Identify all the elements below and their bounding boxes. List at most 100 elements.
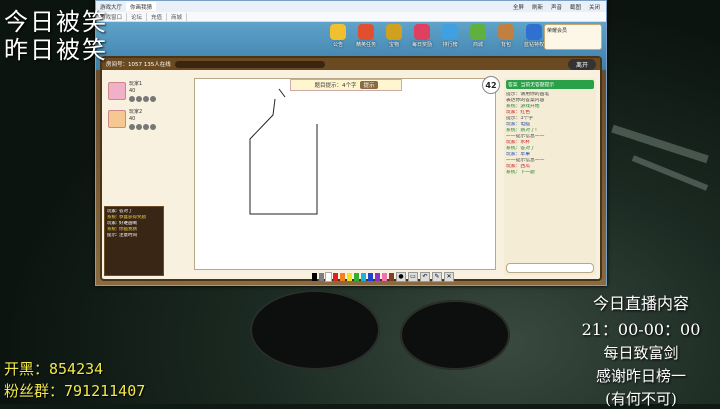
backpack-label: 背包 xyxy=(500,42,511,48)
rail-shape xyxy=(611,124,709,164)
player-status-icons xyxy=(129,95,156,102)
daily-reward-label: 每日奖励 xyxy=(411,42,432,48)
answer-panel: 答案 当前无答题提示 提示：请用你的画笔 表达你的答案内容 系统：游戏开始 玩家… xyxy=(504,78,596,275)
nav-item-shop[interactable]: 商城 xyxy=(167,12,188,21)
color-swatch[interactable] xyxy=(361,273,366,281)
backpack-icon xyxy=(498,24,514,40)
treasure-label: 宝物 xyxy=(388,42,399,48)
thanks-name: (有何不可) xyxy=(605,390,677,408)
countdown-timer: 42 xyxy=(482,76,500,94)
log-line: 系统：下一题 xyxy=(506,170,535,175)
open-black-text: 开黑：854234 xyxy=(4,360,104,378)
thanks-text: 感谢昨日榜一 xyxy=(595,367,686,385)
schedule-time: 21：00-00：00 xyxy=(581,320,701,339)
notice-icon xyxy=(330,24,346,40)
title-bar: 游戏大厅 你画我猜 全屏 刷新 声音 截图 关闭 xyxy=(96,1,606,12)
screenshot-button[interactable]: 截图 xyxy=(570,3,581,11)
nav-bar: 游戏窗口 论坛 充值 商城 xyxy=(96,12,606,22)
tab-draw-guess[interactable]: 你画我猜 xyxy=(126,2,157,11)
chat-line: 提示: 注意时间 xyxy=(107,233,137,238)
shop-button[interactable]: 商城 xyxy=(466,24,490,52)
rail-shape xyxy=(631,155,709,191)
color-swatch[interactable] xyxy=(347,273,352,281)
question-hint: 题目提示：4个字 xyxy=(314,83,357,89)
window-tools: 全屏 刷新 声音 截图 关闭 xyxy=(513,3,606,11)
room-panel: 房间号：1057 135人在线 离开 玩家1 40 玩家2 40 玩家: 答对了… xyxy=(100,56,602,282)
player-name: 玩家1 xyxy=(129,80,143,87)
color-swatch[interactable] xyxy=(354,273,359,281)
broadcast-bar xyxy=(174,60,325,68)
color-swatch[interactable] xyxy=(375,273,380,281)
drawing-toolbar: ● ▭ ↶ ✎ ✕ xyxy=(312,272,454,282)
profile-name: 荣耀会员 xyxy=(547,28,568,34)
treasure-icon xyxy=(386,24,402,40)
player-name: 玩家2 xyxy=(129,108,143,115)
drawn-stroke xyxy=(278,88,286,98)
stool-shape xyxy=(250,290,380,370)
color-swatch[interactable] xyxy=(319,273,324,281)
drawn-stroke xyxy=(249,98,318,215)
player-status-icons xyxy=(129,123,156,130)
player-list: 玩家1 40 玩家2 40 xyxy=(108,78,196,134)
overlay-line-2: 昨日被笑 xyxy=(4,36,108,64)
pen-icon[interactable]: ✎ xyxy=(432,272,442,282)
color-swatch[interactable] xyxy=(382,273,387,281)
player-score: 40 xyxy=(129,115,136,122)
user-profile-card[interactable]: 荣耀会员 xyxy=(544,24,602,50)
refresh-button[interactable]: 刷新 xyxy=(532,3,543,11)
vip-button[interactable]: 蓝钻特权 xyxy=(522,24,546,52)
room-header: 房间号：1057 135人在线 离开 xyxy=(102,58,600,70)
eraser-icon[interactable]: ▭ xyxy=(408,272,418,282)
chat-panel: 玩家: 答对了 系统: 恭喜获得奖励 玩家: 好难画啊 系统: 你画我猜 提示:… xyxy=(104,206,164,276)
color-swatch[interactable] xyxy=(333,273,338,281)
avatar xyxy=(108,82,126,100)
avatar xyxy=(108,110,126,128)
answer-input[interactable] xyxy=(506,263,594,273)
exit-button[interactable]: 离开 xyxy=(567,59,596,70)
top-icon-bar: 公告 精英任务 宝物 每日奖励 排行榜 商城 背包 蓝钻特权 xyxy=(326,24,546,52)
stool-shape xyxy=(400,300,510,370)
nav-item-forum[interactable]: 论坛 xyxy=(127,12,148,21)
notice-button[interactable]: 公告 xyxy=(326,24,350,52)
sound-button[interactable]: 声音 xyxy=(551,3,562,11)
notice-label: 公告 xyxy=(332,42,343,48)
brush-size-icon[interactable]: ● xyxy=(396,272,406,282)
ranking-button[interactable]: 排行榜 xyxy=(438,24,462,52)
fullscreen-button[interactable]: 全屏 xyxy=(513,3,524,11)
answer-bar: 答案 当前无答题提示 xyxy=(506,80,594,89)
fan-group-text: 粉丝群：791211407 xyxy=(4,382,146,400)
drawing-strokes xyxy=(249,88,318,215)
shop-icon xyxy=(470,24,486,40)
color-swatch[interactable] xyxy=(340,273,345,281)
color-swatch[interactable] xyxy=(312,273,317,281)
close-button[interactable]: 关闭 xyxy=(589,3,600,11)
player-card[interactable]: 玩家1 40 xyxy=(108,78,196,104)
daily-reward-button[interactable]: 每日奖励 xyxy=(410,24,434,52)
nav-item-recharge[interactable]: 充值 xyxy=(147,12,168,21)
diamond-icon xyxy=(526,24,542,40)
answer-label: 答案 xyxy=(508,83,518,88)
schedule-panel: 今日直播内容 21：00-00：00 每日致富剑 感谢昨日榜一 (有何不可) xyxy=(576,290,706,409)
color-swatch[interactable] xyxy=(389,273,394,281)
ranking-icon xyxy=(442,24,458,40)
vip-label: 蓝钻特权 xyxy=(523,42,544,48)
hint-button[interactable]: 提示 xyxy=(360,81,378,89)
treasure-button[interactable]: 宝物 xyxy=(382,24,406,52)
elite-task-button[interactable]: 精英任务 xyxy=(354,24,378,52)
player-card[interactable]: 玩家2 40 xyxy=(108,106,196,132)
player-score: 40 xyxy=(129,87,136,94)
elite-task-label: 精英任务 xyxy=(355,42,376,48)
shop-label: 商城 xyxy=(472,42,483,48)
undo-icon[interactable]: ↶ xyxy=(420,272,430,282)
question-hint-bar: 题目提示：4个字 提示 xyxy=(290,79,402,91)
drawing-canvas[interactable]: 题目提示：4个字 提示 xyxy=(194,78,496,270)
room-title: 房间号：1057 135人在线 xyxy=(106,62,171,68)
clear-icon[interactable]: ✕ xyxy=(444,272,454,282)
game-area: 公告 精英任务 宝物 每日奖励 排行榜 商城 背包 蓝钻特权 荣耀会员 房间号：… xyxy=(96,22,606,285)
reward-icon xyxy=(414,24,430,40)
backpack-button[interactable]: 背包 xyxy=(494,24,518,52)
color-swatch[interactable] xyxy=(368,273,373,281)
ranking-label: 排行榜 xyxy=(442,42,458,48)
game-browser-window: 游戏大厅 你画我猜 全屏 刷新 声音 截图 关闭 游戏窗口 论坛 充值 商城 公… xyxy=(95,0,607,286)
color-swatch[interactable] xyxy=(325,272,332,282)
